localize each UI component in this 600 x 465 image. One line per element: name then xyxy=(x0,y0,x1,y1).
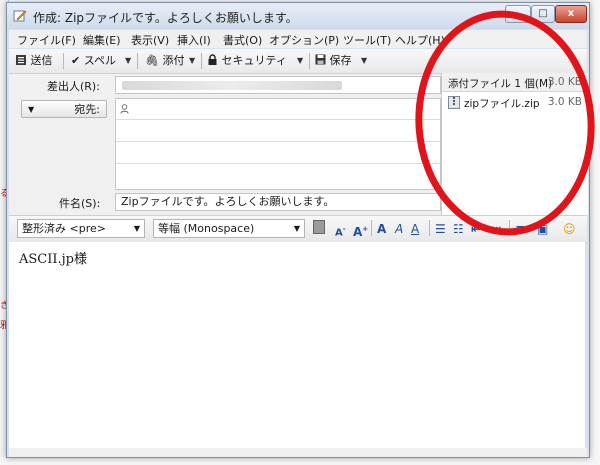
outdent-icon[interactable]: ⇤ xyxy=(471,221,481,237)
send-label: 送信 xyxy=(30,54,53,67)
attachment-header[interactable]: 添付ファイル 1 個(M) 3.0 KB xyxy=(442,73,588,92)
attach-dropdown-icon[interactable]: ▼ xyxy=(189,53,195,69)
subject-label: 件名(S): xyxy=(59,197,101,210)
spell-button[interactable]: ✔ スペル xyxy=(71,52,116,70)
recipient-type-label: 宛先: xyxy=(74,103,100,116)
menu-options[interactable]: オプション(P) xyxy=(269,32,339,48)
font-value: 等幅 (Monospace) xyxy=(158,222,255,235)
menu-file[interactable]: ファイル(F) xyxy=(17,32,76,48)
zip-file-icon xyxy=(448,96,460,109)
attach-button[interactable]: 🖇 添付 xyxy=(145,52,184,70)
menu-edit[interactable]: 編集(E) xyxy=(83,32,121,48)
toolbar-divider xyxy=(509,220,510,236)
security-button[interactable]: セキュリティ xyxy=(207,52,287,70)
attach-label: 添付 xyxy=(162,54,185,67)
title-bar[interactable]: 作成: Zipファイルです。よろしくお願いします。 – □ x xyxy=(7,3,589,29)
status-bar xyxy=(9,448,587,457)
save-label: 保存 xyxy=(329,54,352,67)
person-icon xyxy=(120,104,129,114)
font-select[interactable]: 等幅 (Monospace) ▼ xyxy=(153,219,305,238)
minimize-button[interactable]: – xyxy=(505,5,531,23)
toolbar-divider xyxy=(137,53,138,69)
recipient-type-select[interactable]: ▼ 宛先: xyxy=(21,100,107,118)
paragraph-style-value: 整形済み <pre> xyxy=(22,222,106,235)
attachment-count-label: 添付ファイル 1 個(M) xyxy=(448,78,553,90)
text-color-icon[interactable] xyxy=(313,220,325,234)
checkmark-icon: ✔ xyxy=(71,54,81,67)
from-field[interactable] xyxy=(115,76,441,94)
menu-bar: ファイル(F) 編集(E) 表示(V) 挿入(I) 書式(O) オプション(P)… xyxy=(9,30,587,48)
toolbar-divider xyxy=(201,53,202,69)
recipient-row-divider xyxy=(116,163,440,164)
compose-toolbar: 送信 ✔ スペル ▼ 🖇 添付 ▼ セキュリティ ▼ 保存 ▼ xyxy=(9,49,587,74)
close-button[interactable]: x xyxy=(555,5,587,23)
font-larger-icon[interactable]: A+ xyxy=(353,221,368,240)
save-dropdown-icon[interactable]: ▼ xyxy=(361,53,367,69)
chevron-down-icon: ▼ xyxy=(28,105,35,114)
menu-format[interactable]: 書式(O) xyxy=(223,32,262,48)
attachment-total-size: 3.0 KB xyxy=(547,76,582,88)
toolbar-divider xyxy=(371,220,372,236)
save-button[interactable]: 保存 xyxy=(315,52,352,70)
spell-label: スペル xyxy=(83,54,116,67)
indent-icon[interactable]: ⇥ xyxy=(491,221,501,237)
floppy-disk-icon xyxy=(315,54,326,65)
menu-insert[interactable]: 挿入(I) xyxy=(177,32,211,48)
format-toolbar: 整形済み <pre> ▼ 等幅 (Monospace) ▼ A- A+ A A … xyxy=(9,215,587,243)
underline-icon[interactable]: A xyxy=(411,221,419,237)
background-app-strip-bottom xyxy=(0,457,600,465)
send-icon xyxy=(16,55,26,65)
paragraph-style-select[interactable]: 整形済み <pre> ▼ xyxy=(17,219,145,238)
compose-app-icon xyxy=(13,10,27,22)
attachment-size: 3.0 KB xyxy=(547,96,582,108)
recipient-row-divider xyxy=(116,119,440,120)
toolbar-divider xyxy=(429,220,430,236)
toolbar-divider xyxy=(309,53,310,69)
from-address-blurred xyxy=(122,81,342,90)
toolbar-divider xyxy=(63,53,64,69)
security-label: セキュリティ xyxy=(221,54,287,67)
chevron-down-icon: ▼ xyxy=(133,224,140,233)
insert-icon[interactable]: ▣ xyxy=(537,221,548,237)
message-body-text: ASCII.jp様 xyxy=(19,252,87,267)
recipient-list[interactable] xyxy=(115,98,441,190)
chevron-down-icon: ▼ xyxy=(293,224,300,233)
from-label: 差出人(R): xyxy=(47,80,100,93)
menu-help[interactable]: ヘルプ(H) xyxy=(395,32,445,48)
subject-input[interactable]: Zipファイルです。よろしくお願いします。 xyxy=(115,193,441,211)
attachment-item[interactable]: zipファイル.zip 3.0 KB xyxy=(448,95,588,111)
smiley-icon[interactable]: ☺ xyxy=(563,221,576,237)
send-button[interactable]: 送信 xyxy=(15,52,53,70)
compose-window: 作成: Zipファイルです。よろしくお願いします。 – □ x ファイル(F) … xyxy=(6,2,590,458)
align-icon[interactable]: ≡ xyxy=(515,221,525,237)
attachment-filename: zipファイル.zip xyxy=(464,98,540,110)
attachment-pane: 添付ファイル 1 個(M) 3.0 KB zipファイル.zip 3.0 KB xyxy=(441,73,588,215)
background-app-strip-right xyxy=(590,0,600,465)
window-title: 作成: Zipファイルです。よろしくお願いします。 xyxy=(33,11,298,25)
italic-icon[interactable]: A xyxy=(395,221,403,237)
recipient-row-divider xyxy=(116,141,440,142)
security-dropdown-icon[interactable]: ▼ xyxy=(297,53,303,69)
spell-dropdown-icon[interactable]: ▼ xyxy=(125,53,131,69)
bullet-list-icon[interactable]: ☰ xyxy=(435,221,446,237)
lock-icon xyxy=(208,54,217,65)
menu-tools[interactable]: ツール(T) xyxy=(343,32,391,48)
numbered-list-icon[interactable]: ☷ xyxy=(453,221,464,237)
font-smaller-icon[interactable]: A- xyxy=(335,221,346,241)
maximize-button[interactable]: □ xyxy=(531,5,555,23)
menu-view[interactable]: 表示(V) xyxy=(131,32,169,48)
recipient-input[interactable] xyxy=(132,101,432,116)
message-body[interactable]: ASCII.jp様 xyxy=(9,242,585,448)
paperclip-icon: 🖇 xyxy=(145,54,159,67)
bold-icon[interactable]: A xyxy=(377,221,386,237)
